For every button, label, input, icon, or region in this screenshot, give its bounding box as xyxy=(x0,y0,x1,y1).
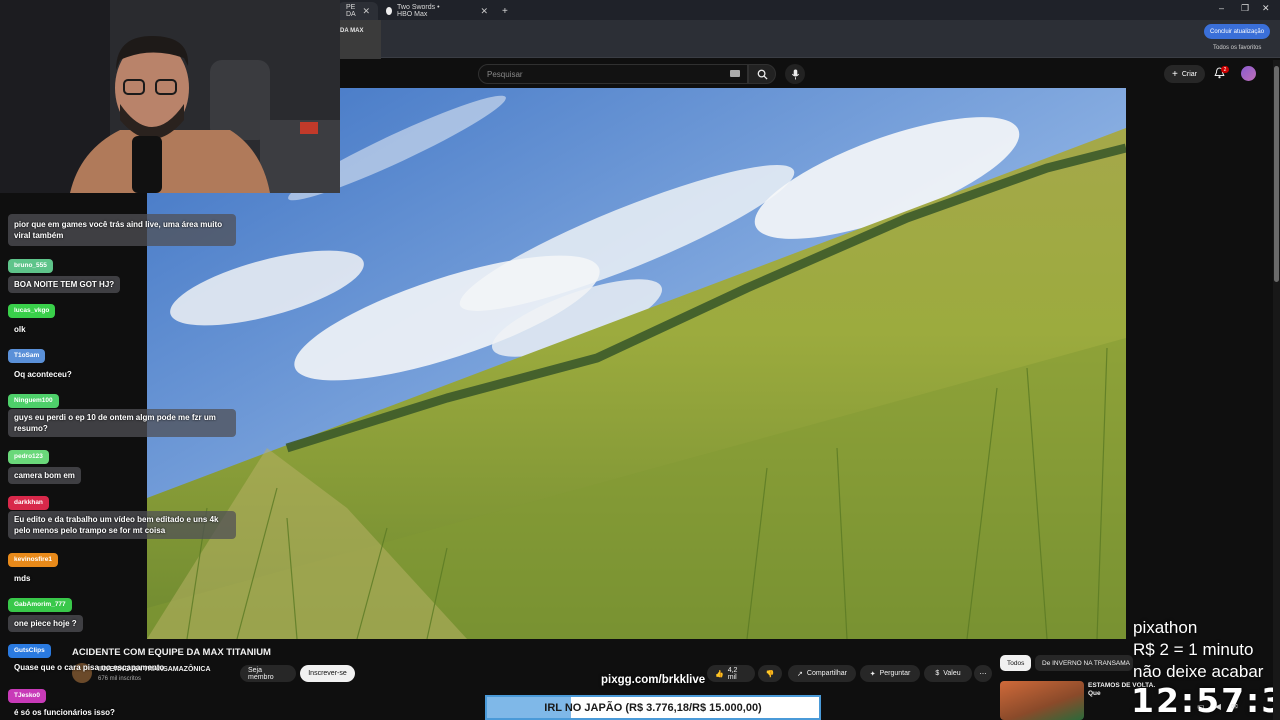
keyboard-icon[interactable] xyxy=(730,70,740,77)
pixathon-title: pixathon xyxy=(1133,618,1198,637)
all-bookmarks-link[interactable]: Todos os favoritos xyxy=(1213,45,1261,51)
webcam-image xyxy=(0,0,340,193)
minimize-icon[interactable]: – xyxy=(1219,3,1224,13)
share-button[interactable]: ↗ Compartilhar xyxy=(788,665,856,682)
browser-tab-active[interactable]: PE DA ✕ xyxy=(338,2,378,20)
update-button[interactable]: Concluir atualização xyxy=(1204,24,1271,39)
thanks-label: Valeu xyxy=(943,670,961,677)
sparkle-icon: ✦ xyxy=(869,670,876,678)
browser-tab-hbo[interactable]: Two Swords • HBO Max ✕ xyxy=(378,2,496,20)
microphone-icon xyxy=(791,69,799,79)
new-tab-button[interactable]: + xyxy=(494,2,516,20)
chat-message-text: é só os funcionários isso? xyxy=(14,708,115,717)
chat-message-text: mds xyxy=(14,574,31,583)
thumbs-up-icon: 👍 xyxy=(715,670,724,678)
chat-message-text: olk xyxy=(14,325,26,334)
subscribe-button[interactable]: Inscrever-se xyxy=(300,665,355,682)
tab-label: Two Swords • HBO Max xyxy=(397,4,440,18)
ask-button[interactable]: ✦ Perguntar xyxy=(860,665,920,682)
plus-icon: + xyxy=(1172,68,1178,80)
screen: PE DA ✕ Two Swords • HBO Max ✕ + – ❐ ✕ ⎚… xyxy=(0,0,1280,720)
chat-message: pedro123 camera bom em xyxy=(8,445,81,484)
chat-message-text: camera bom em xyxy=(8,467,81,484)
close-icon[interactable]: ✕ xyxy=(480,6,488,17)
create-label: Criar xyxy=(1181,70,1198,78)
account-avatar[interactable] xyxy=(1241,66,1256,81)
chat-message-text: Quase que o cara pisa no escapamento xyxy=(14,663,165,672)
thanks-icon: $ xyxy=(935,670,940,677)
search-input[interactable]: Pesquisar xyxy=(478,64,748,84)
join-button[interactable]: Seja membro xyxy=(240,665,296,682)
chat-message: T1oSam Oq aconteceu? xyxy=(8,344,78,383)
scrollbar-thumb[interactable] xyxy=(1274,66,1279,282)
chat-message: Ninguem100 guys eu perdi o ep 10 de onte… xyxy=(8,389,236,437)
like-button[interactable]: 👍 4,2 mil xyxy=(707,665,755,682)
donation-link: pixgg.com/brkklive xyxy=(601,674,706,686)
pixathon-panel: pixathon R$ 2 = 1 minuto não deixe acaba… xyxy=(1133,617,1263,683)
chat-username: lucas_vkgo xyxy=(8,304,56,318)
tab-label: PE DA xyxy=(346,4,356,18)
create-button[interactable]: + Criar xyxy=(1164,65,1206,83)
chat-message-text: BOA NOITE TEM GOT HJ? xyxy=(8,276,121,293)
chat-message: bruno_555 BOA NOITE TEM GOT HJ? xyxy=(8,254,121,293)
subscriber-count: 676 mil inscritos xyxy=(98,676,142,682)
chat-username: GutsClips xyxy=(8,644,51,658)
chat-username: pedro123 xyxy=(8,450,49,464)
chat-message: TJesko0 é só os funcionários isso? xyxy=(8,684,121,720)
chat-message: kevinosfire1 mds xyxy=(8,548,58,587)
pixathon-rate: R$ 2 = 1 minuto xyxy=(1133,640,1254,659)
chat-username: Ninguem100 xyxy=(8,394,59,408)
search-icon xyxy=(757,69,768,80)
chat-username: kevinosfire1 xyxy=(8,553,58,567)
system-tray-icons: ▭ ◀ ✉ xyxy=(1197,702,1242,711)
like-count: 4,2 mil xyxy=(727,666,738,681)
voice-search-button[interactable] xyxy=(785,64,805,84)
donation-goal-text: IRL NO JAPÃO (R$ 3.776,18/R$ 15.000,00) xyxy=(544,701,762,714)
dislike-button[interactable]: 👎 xyxy=(758,665,782,682)
maximize-icon[interactable]: ❐ xyxy=(1241,3,1249,14)
hbo-favicon-icon xyxy=(386,7,393,15)
pixathon-cta: não deixe acabar xyxy=(1133,662,1264,681)
thanks-button[interactable]: $ Valeu xyxy=(924,665,972,682)
chat-message: lucas_vkgo olk xyxy=(8,299,56,338)
dropdown-label: DA MAX xyxy=(340,28,364,34)
chip-all[interactable]: Todos xyxy=(1000,655,1032,671)
chat-message-text: one piece hoje ? xyxy=(8,615,83,632)
more-actions-button[interactable]: ⋯ xyxy=(974,665,992,682)
subathon-timer: 12:57:35 xyxy=(1131,681,1280,720)
chat-username: TJesko0 xyxy=(8,689,47,703)
close-icon[interactable]: ✕ xyxy=(362,6,370,17)
window-close-icon[interactable]: ✕ xyxy=(1262,3,1270,14)
chat-username: GabAmorim_777 xyxy=(8,598,72,612)
share-icon: ↗ xyxy=(797,670,803,678)
chat-message-text: Eu edito e da trabalho um vídeo bem edit… xyxy=(8,511,236,539)
chat-message-text: pior que em games você trás aind live, u… xyxy=(14,220,223,240)
chat-username: T1oSam xyxy=(8,349,46,363)
search-button[interactable] xyxy=(748,64,776,84)
thumbs-down-icon: 👎 xyxy=(765,670,775,678)
chat-message: GutsClips Quase que o cara pisa no escap… xyxy=(8,639,170,676)
notification-count-badge: 2 xyxy=(1221,66,1229,73)
donation-goal-bar: IRL NO JAPÃO (R$ 3.776,18/R$ 15.000,00) xyxy=(485,695,821,720)
chip-channel[interactable]: De INVERNO NA TRANSAMA xyxy=(1035,655,1133,671)
chat-message: darkkhan Eu edito e da trabalho um vídeo… xyxy=(8,491,236,539)
chat-message-text: Oq aconteceu? xyxy=(14,370,72,379)
chat-message: GabAmorim_777 one piece hoje ? xyxy=(8,593,83,632)
recommended-video-thumbnail[interactable] xyxy=(1000,681,1084,720)
chat-username: bruno_555 xyxy=(8,259,53,273)
share-label: Compartilhar xyxy=(806,670,847,677)
chat-message: pior que em games você trás aind live, u… xyxy=(8,214,236,246)
streamer-webcam xyxy=(0,0,340,193)
ask-label: Perguntar xyxy=(879,670,911,677)
chat-message-text: guys eu perdi o ep 10 de ontem algm pode… xyxy=(8,409,236,437)
chat-username: darkkhan xyxy=(8,496,49,510)
